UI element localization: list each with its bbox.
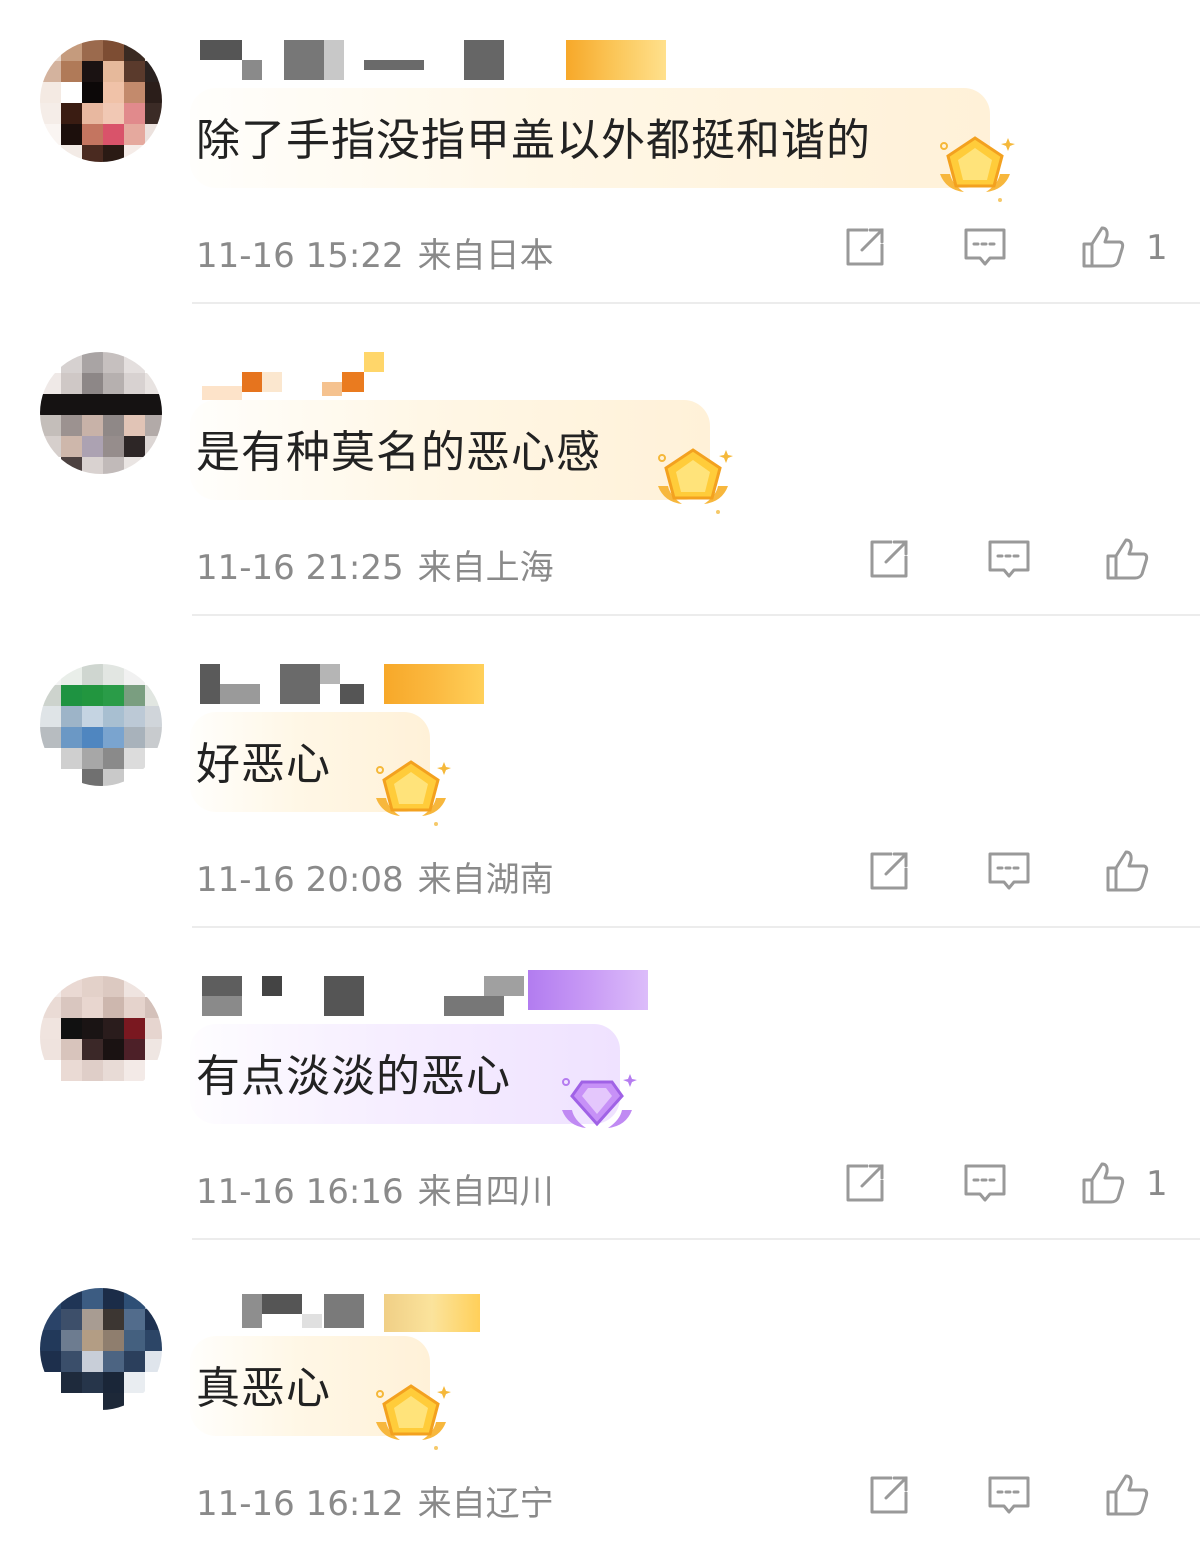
like-button[interactable] xyxy=(1080,1160,1126,1206)
comment-icon xyxy=(964,1164,1006,1202)
comment-location: 来自辽宁 xyxy=(417,1484,554,1524)
share-icon xyxy=(846,1164,884,1202)
like-button[interactable] xyxy=(1080,224,1126,270)
comment-time: 11-16 16:16 xyxy=(196,1172,404,1212)
comment-item: 有点淡淡的恶心 11-16 16:16 来自四川 1 xyxy=(0,936,1200,1248)
comment-meta: 11-16 15:22 来自日本 xyxy=(196,228,554,277)
comment-text: 是有种莫名的恶心感 xyxy=(196,427,601,478)
comment-time: 11-16 21:25 xyxy=(196,548,404,588)
comment-icon xyxy=(988,852,1030,890)
share-button[interactable] xyxy=(866,848,912,894)
comment-time: 11-16 20:08 xyxy=(196,860,404,900)
comment-item: 是有种莫名的恶心感 11-16 21:25 来自上海 xyxy=(0,312,1200,624)
fan-medal-icon xyxy=(648,440,738,520)
comment-icon xyxy=(964,228,1006,266)
comment-time: 11-16 16:12 xyxy=(196,1484,404,1524)
like-count: 1 xyxy=(1146,1164,1168,1204)
comment-item: 真恶心 11-16 16:12 来自辽宁 xyxy=(0,1248,1200,1560)
share-button[interactable] xyxy=(866,536,912,582)
comment-text: 有点淡淡的恶心 xyxy=(196,1051,511,1102)
like-button[interactable] xyxy=(1104,536,1150,582)
comment-text: 真恶心 xyxy=(196,1363,331,1414)
fan-badge-redacted xyxy=(384,1294,480,1332)
comment-location: 来自四川 xyxy=(417,1172,554,1212)
comment-meta: 11-16 16:16 来自四川 xyxy=(196,1164,554,1213)
share-button[interactable] xyxy=(842,224,888,270)
divider xyxy=(192,1238,1200,1240)
vip-medal-icon xyxy=(552,1064,642,1144)
thumbs-up-icon xyxy=(1082,1162,1125,1204)
fan-medal-icon xyxy=(366,752,456,832)
comment-icon xyxy=(988,540,1030,578)
fan-badge-redacted xyxy=(566,40,666,80)
comment-item: 除了手指没指甲盖以外都挺和谐的 11-16 15:22 来自日本 1 xyxy=(0,0,1200,312)
comment-text: 除了手指没指甲盖以外都挺和谐的 xyxy=(196,115,871,166)
fan-medal-icon xyxy=(930,128,1020,208)
share-button[interactable] xyxy=(842,1160,888,1206)
comment-location: 来自日本 xyxy=(417,236,554,276)
comment-text: 好恶心 xyxy=(196,739,331,790)
share-icon xyxy=(870,1476,908,1514)
comment-time: 11-16 15:22 xyxy=(196,236,404,276)
share-icon xyxy=(870,540,908,578)
fan-badge-redacted xyxy=(384,664,484,704)
avatar[interactable] xyxy=(40,1288,162,1410)
reply-button[interactable] xyxy=(986,1472,1032,1518)
username-redacted[interactable] xyxy=(200,352,700,400)
divider xyxy=(192,302,1200,304)
fan-medal-icon xyxy=(366,1376,456,1456)
comment-item: 好恶心 11-16 20:08 来自湖南 xyxy=(0,624,1200,936)
divider xyxy=(192,614,1200,616)
comment-meta: 11-16 16:12 来自辽宁 xyxy=(196,1476,554,1525)
avatar[interactable] xyxy=(40,976,162,1098)
fan-badge-redacted xyxy=(528,970,648,1010)
avatar[interactable] xyxy=(40,664,162,786)
comment-meta: 11-16 21:25 来自上海 xyxy=(196,540,554,589)
reply-button[interactable] xyxy=(986,848,1032,894)
avatar[interactable] xyxy=(40,40,162,162)
thumbs-up-icon xyxy=(1082,226,1125,268)
comment-meta: 11-16 20:08 来自湖南 xyxy=(196,852,554,901)
reply-button[interactable] xyxy=(962,1160,1008,1206)
divider xyxy=(192,926,1200,928)
reply-button[interactable] xyxy=(986,536,1032,582)
share-icon xyxy=(870,852,908,890)
like-button[interactable] xyxy=(1104,848,1150,894)
share-button[interactable] xyxy=(866,1472,912,1518)
like-count: 1 xyxy=(1146,228,1168,268)
reply-button[interactable] xyxy=(962,224,1008,270)
thumbs-up-icon xyxy=(1106,1474,1149,1516)
avatar[interactable] xyxy=(40,352,162,474)
like-button[interactable] xyxy=(1104,1472,1150,1518)
share-icon xyxy=(846,228,884,266)
comment-location: 来自上海 xyxy=(417,548,554,588)
thumbs-up-icon xyxy=(1106,850,1149,892)
comment-icon xyxy=(988,1476,1030,1514)
comment-location: 来自湖南 xyxy=(417,860,554,900)
thumbs-up-icon xyxy=(1106,538,1149,580)
